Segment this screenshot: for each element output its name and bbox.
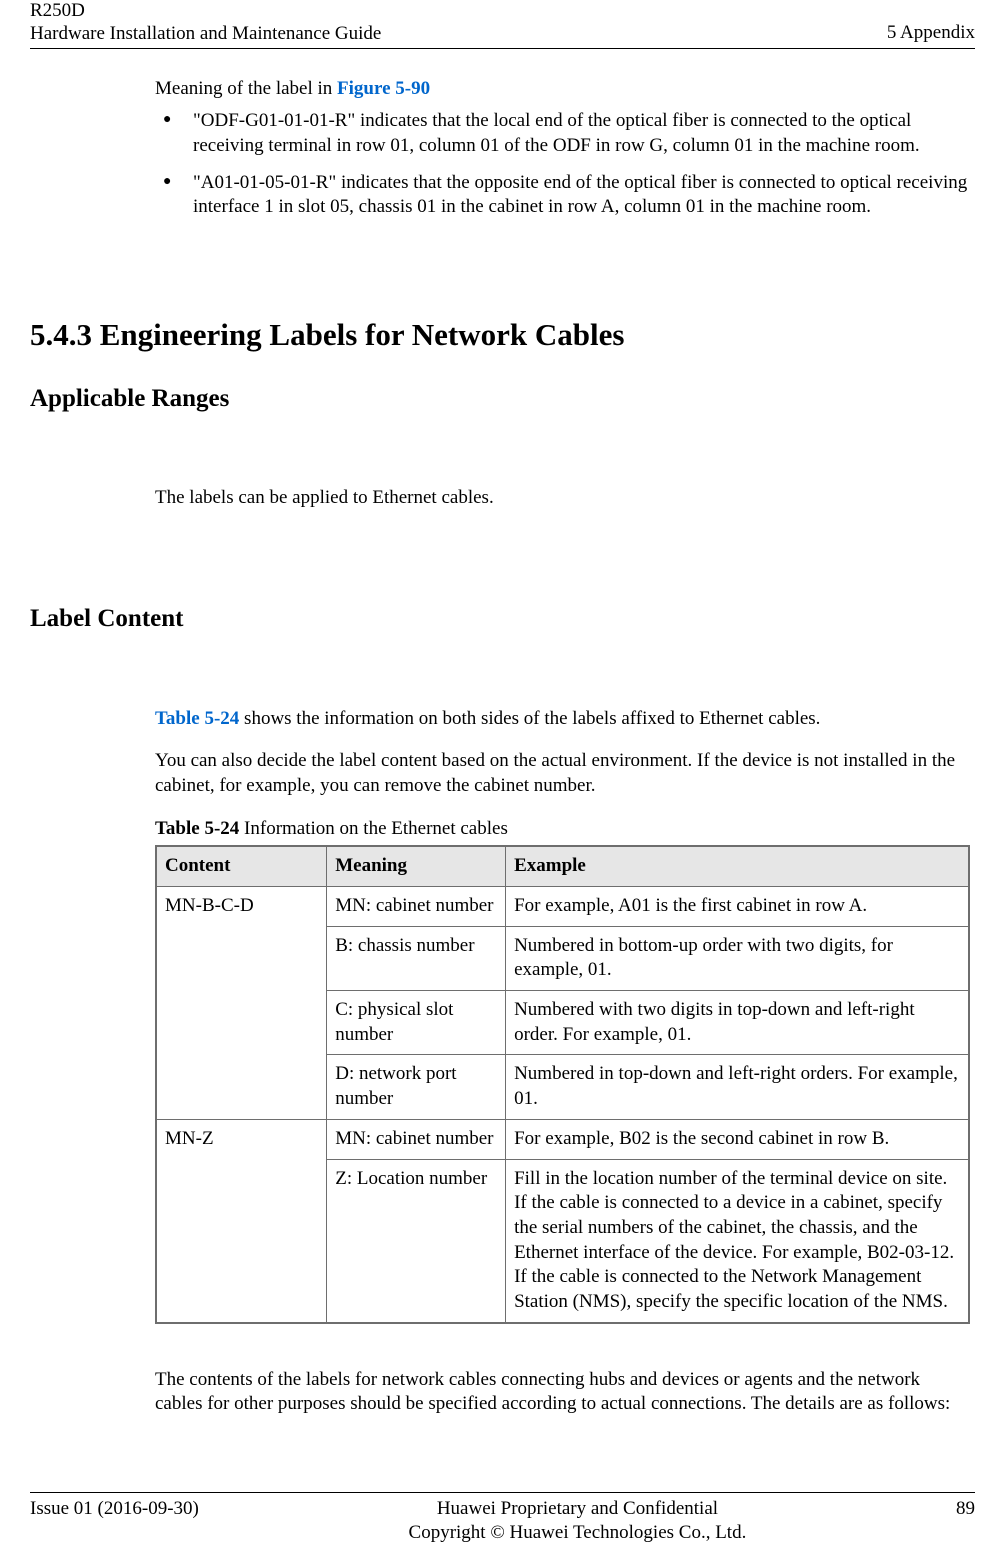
cell-meaning: Z: Location number [327, 1159, 506, 1323]
meaning-label-prefix: Meaning of the label in [155, 78, 337, 99]
table-row: MN-B-C-D MN: cabinet number For example,… [156, 887, 969, 927]
page-footer: Issue 01 (2016-09-30) Huawei Proprietary… [30, 1492, 975, 1566]
section-heading-block: 5.4.3 Engineering Labels for Network Cab… [30, 289, 975, 486]
figure-link[interactable]: Figure 5-90 [337, 78, 430, 99]
cell-example: Fill in the location number of the termi… [506, 1159, 969, 1323]
footer-center: Huawei Proprietary and Confidential Copy… [199, 1497, 956, 1546]
table-caption: Table 5-24 Information on the Ethernet c… [155, 817, 970, 842]
subsection-heading: Label Content [30, 603, 975, 636]
chapter-label: 5 Appendix [887, 21, 975, 46]
after-table-para: The contents of the labels for network c… [155, 1368, 970, 1417]
cell-meaning: MN: cabinet number [327, 1119, 506, 1159]
page-header: R250D Hardware Installation and Maintena… [30, 0, 975, 49]
labelcontent-heading-block: Label Content [30, 585, 975, 706]
cell-meaning: B: chassis number [327, 926, 506, 990]
list-item: "A01-01-05-01-R" indicates that the oppo… [155, 171, 970, 220]
cell-example: Numbered in bottom-up order with two dig… [506, 926, 969, 990]
list-item: "ODF-G01-01-01-R" indicates that the loc… [155, 109, 970, 158]
cell-example: Numbered with two digits in top-down and… [506, 991, 969, 1055]
footer-line2: Copyright © Huawei Technologies Co., Ltd… [199, 1521, 956, 1546]
header-left: R250D Hardware Installation and Maintena… [30, 0, 381, 46]
section-heading: 5.4.3 Engineering Labels for Network Cab… [30, 315, 975, 355]
footer-page: 89 [956, 1497, 975, 1522]
cell-meaning: MN: cabinet number [327, 887, 506, 927]
bullet-list: "ODF-G01-01-01-R" indicates that the loc… [155, 109, 970, 220]
footer-line1: Huawei Proprietary and Confidential [199, 1497, 956, 1522]
cell-example: For example, A01 is the first cabinet in… [506, 887, 969, 927]
cell-meaning: D: network port number [327, 1055, 506, 1119]
applicable-content: The labels can be applied to Ethernet ca… [30, 486, 975, 585]
cell-example: Numbered in top-down and left-right orde… [506, 1055, 969, 1119]
ethernet-labels-table: Content Meaning Example MN-B-C-D MN: cab… [155, 845, 970, 1323]
subsection-heading: Applicable Ranges [30, 383, 975, 416]
table-link[interactable]: Table 5-24 [155, 708, 239, 729]
para1-post: shows the information on both sides of t… [239, 708, 820, 729]
caption-label: Table 5-24 [155, 818, 239, 839]
guide-title: Hardware Installation and Maintenance Gu… [30, 23, 381, 46]
para2: You can also decide the label content ba… [155, 749, 970, 798]
footer-issue: Issue 01 (2016-09-30) [30, 1497, 199, 1522]
cell-example: For example, B02 is the second cabinet i… [506, 1119, 969, 1159]
table-header-row: Content Meaning Example [156, 846, 969, 886]
cell-content: MN-B-C-D [156, 887, 327, 1120]
cell-content: MN-Z [156, 1119, 327, 1322]
caption-desc: Information on the Ethernet cables [239, 818, 508, 839]
labelcontent-body: Table 5-24 shows the information on both… [30, 707, 975, 1492]
table-row: MN-Z MN: cabinet number For example, B02… [156, 1119, 969, 1159]
product-name: R250D [30, 0, 381, 23]
col-meaning: Meaning [327, 846, 506, 886]
applicable-text: The labels can be applied to Ethernet ca… [155, 486, 970, 511]
col-example: Example [506, 846, 969, 886]
body-content: Meaning of the label in Figure 5-90 "ODF… [30, 77, 975, 289]
col-content: Content [156, 846, 327, 886]
cell-meaning: C: physical slot number [327, 991, 506, 1055]
